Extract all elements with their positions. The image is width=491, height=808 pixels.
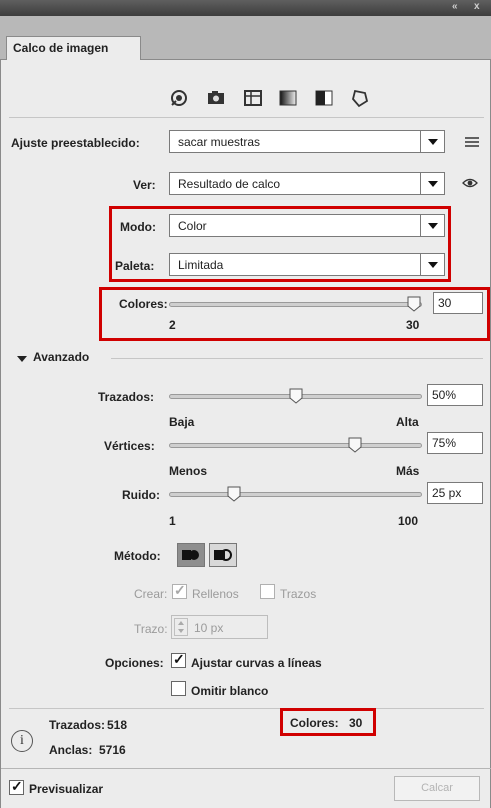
colors-input[interactable]: 30: [433, 292, 483, 314]
paths-slider[interactable]: [169, 388, 422, 404]
stats-colors-value: 30: [349, 716, 363, 730]
paths-max: Alta: [396, 415, 419, 429]
paths-input[interactable]: 50%: [427, 384, 483, 406]
preview-checkbox[interactable]: ✓: [9, 778, 24, 795]
camera-icon[interactable]: [205, 87, 227, 109]
chevron-down-icon[interactable]: [420, 254, 444, 275]
image-trace-panel: Ajuste preestablecido: sacar muestras Ve…: [0, 60, 491, 808]
tab-strip: Calco de imagen: [0, 16, 491, 61]
stats-colors-label: Colores:: [290, 716, 339, 730]
stats-anchors-label: Anclas:: [49, 743, 93, 757]
fills-label: Rellenos: [192, 587, 239, 601]
divider: [9, 117, 484, 118]
noise-min: 1: [169, 514, 176, 528]
stats-anchors-value: 5716: [99, 743, 126, 757]
preset-menu-icon[interactable]: [461, 131, 483, 153]
paths-slider-thumb[interactable]: [289, 388, 303, 404]
noise-slider-thumb[interactable]: [227, 486, 241, 502]
stepper-arrows-icon[interactable]: [174, 618, 188, 636]
preset-label: Ajuste preestablecido:: [11, 136, 140, 150]
corners-max: Más: [396, 464, 420, 478]
strokes-checkbox[interactable]: [260, 584, 275, 599]
divider: [111, 358, 483, 359]
noise-slider[interactable]: [169, 486, 422, 502]
close-icon[interactable]: x: [474, 1, 480, 12]
eye-icon[interactable]: [459, 172, 481, 194]
preset-select[interactable]: sacar muestras: [169, 130, 445, 153]
grayscale-icon[interactable]: [277, 87, 299, 109]
view-select[interactable]: Resultado de calco: [169, 172, 445, 195]
palette-value: Limitada: [178, 258, 224, 272]
info-icon: i: [11, 730, 33, 752]
stroke-stepper[interactable]: 10 px: [171, 615, 268, 639]
stroke-value: 10 px: [194, 621, 224, 635]
noise-max: 100: [398, 514, 419, 528]
checkmark-icon: ✓: [174, 582, 186, 598]
trace-button[interactable]: Calcar: [394, 776, 480, 801]
stats-paths-value: 518: [107, 718, 128, 732]
options-label: Opciones:: [105, 656, 164, 670]
mode-value: Color: [178, 219, 207, 233]
view-label: Ver:: [133, 178, 156, 192]
corners-min: Menos: [169, 464, 208, 478]
divider: [9, 708, 484, 709]
triangle-down-icon[interactable]: [17, 356, 27, 362]
colors-min: 2: [169, 318, 176, 332]
preset-value: sacar muestras: [178, 135, 261, 149]
mode-label: Modo:: [120, 220, 156, 234]
palette-select[interactable]: Limitada: [169, 253, 445, 276]
noise-input[interactable]: 25 px: [427, 482, 483, 504]
snap-curves-checkbox[interactable]: ✓: [171, 651, 186, 668]
colors-slider[interactable]: [169, 296, 422, 312]
corners-label: Vértices:: [104, 439, 155, 453]
chevron-down-icon[interactable]: [420, 131, 444, 152]
method-overlapping-button[interactable]: [209, 543, 237, 567]
ignore-white-checkbox[interactable]: [171, 681, 186, 696]
tab-image-trace[interactable]: Calco de imagen: [6, 36, 141, 61]
corners-slider-thumb[interactable]: [348, 437, 362, 453]
panel-title-bar: « x: [0, 0, 491, 16]
ignore-white-label: Omitir blanco: [191, 684, 269, 698]
stats-paths-label: Trazados:: [49, 718, 106, 732]
paths-min: Baja: [169, 415, 195, 429]
advanced-toggle[interactable]: Avanzado: [33, 350, 89, 364]
checkmark-icon: ✓: [11, 778, 23, 794]
outline-icon[interactable]: [349, 87, 371, 109]
divider: [1, 768, 491, 769]
colors-max: 30: [406, 318, 420, 332]
fills-checkbox[interactable]: ✓: [172, 582, 187, 599]
colors-highlight: [99, 287, 490, 341]
chevron-down-icon[interactable]: [420, 215, 444, 236]
corners-input[interactable]: 75%: [427, 432, 483, 454]
method-label: Método:: [114, 549, 161, 563]
colors-label: Colores:: [119, 297, 168, 311]
strokes-label: Trazos: [280, 587, 317, 601]
view-value: Resultado de calco: [178, 177, 281, 191]
checkmark-icon: ✓: [173, 651, 185, 667]
preview-label: Previsualizar: [29, 782, 104, 796]
snap-curves-label: Ajustar curvas a líneas: [191, 656, 322, 670]
black-white-icon[interactable]: [313, 87, 335, 109]
noise-label: Ruido:: [122, 488, 160, 502]
create-label: Crear:: [134, 587, 168, 601]
palette-label: Paleta:: [115, 259, 155, 273]
collapse-icon[interactable]: «: [452, 1, 458, 12]
paths-label: Trazados:: [98, 390, 155, 404]
auto-color-icon[interactable]: [168, 87, 190, 109]
corners-slider[interactable]: [169, 437, 422, 453]
method-abutting-button[interactable]: [177, 543, 205, 567]
stroke-label: Trazo:: [134, 622, 168, 636]
chevron-down-icon[interactable]: [420, 173, 444, 194]
colors-slider-thumb[interactable]: [407, 296, 421, 312]
grid-icon[interactable]: [242, 87, 264, 109]
mode-select[interactable]: Color: [169, 214, 445, 237]
